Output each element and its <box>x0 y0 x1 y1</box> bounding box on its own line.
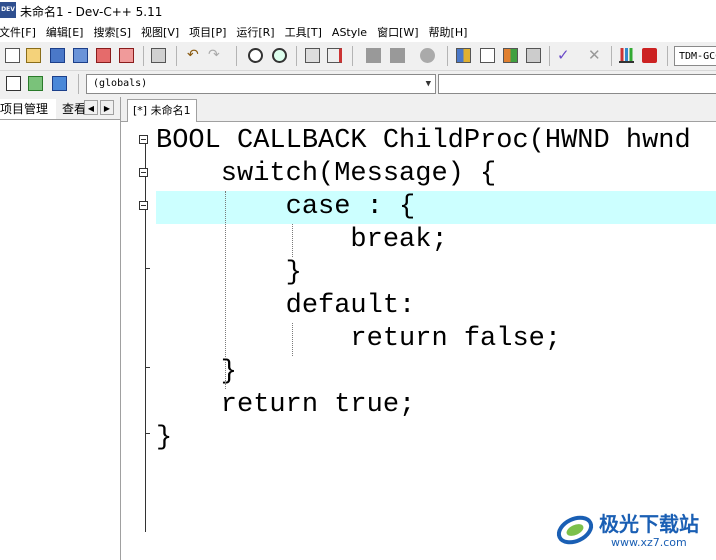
fold-toggle-icon[interactable] <box>139 135 148 144</box>
code-line[interactable]: } <box>156 422 716 455</box>
toggle-bookmark-icon[interactable] <box>52 76 67 91</box>
redo-icon[interactable]: ↷ <box>208 48 223 63</box>
code-line[interactable]: break; <box>156 224 716 257</box>
tab-scroll-left-icon[interactable]: ◀ <box>84 100 98 115</box>
close-file-icon[interactable] <box>96 48 111 63</box>
title-bar: DEV 未命名1 - Dev-C++ 5.11 <box>0 0 716 22</box>
indent-guide <box>292 224 293 257</box>
menu-bar: 文件[F] 编辑[E] 搜索[S] 视图[V] 项目[P] 运行[R] 工具[T… <box>0 22 716 42</box>
chart-icon[interactable] <box>619 48 634 63</box>
menu-window[interactable]: 窗口[W] <box>372 24 423 40</box>
menu-astyle[interactable]: AStyle <box>327 26 372 39</box>
fold-toggle-icon[interactable] <box>139 168 148 177</box>
menu-edit[interactable]: 编辑[E] <box>41 24 89 40</box>
open-file-icon[interactable] <box>26 48 41 63</box>
fold-toggle-icon[interactable] <box>139 201 148 210</box>
code-line[interactable]: } <box>156 356 716 389</box>
fold-end-marker <box>145 433 150 434</box>
indent-icon[interactable] <box>305 48 320 63</box>
toolbar-separator <box>143 46 144 66</box>
scope-select[interactable]: (globals) ▼ <box>86 74 436 94</box>
watermark-url: www.xz7.com <box>611 536 687 549</box>
menu-tools[interactable]: 工具[T] <box>280 24 327 40</box>
save-icon[interactable] <box>50 48 65 63</box>
find-icon[interactable] <box>248 48 263 63</box>
toolbar-separator <box>78 74 79 94</box>
rebuild-icon[interactable] <box>526 48 541 63</box>
toolbar-separator <box>352 46 353 66</box>
window-title: 未命名1 - Dev-C++ 5.11 <box>20 5 163 19</box>
panel-tabs: 项目管理 查看类 ◀ ▶ <box>0 97 120 120</box>
undo-icon[interactable]: ↶ <box>187 48 202 63</box>
delete-profile-icon[interactable] <box>642 48 657 63</box>
scope-select-value: (globals) <box>93 78 148 89</box>
bookmark-next-icon[interactable] <box>390 48 405 63</box>
bookmark-prev-icon[interactable] <box>366 48 381 63</box>
file-tab-untitled1[interactable]: [*] 未命名1 <box>127 99 197 122</box>
check-syntax-icon[interactable]: ✓ <box>557 48 572 63</box>
toolbar-separator <box>667 46 668 66</box>
tab-classes[interactable]: 查看类 <box>58 99 86 119</box>
watermark-name: 极光下载站 <box>599 512 699 536</box>
toolbar-separator <box>176 46 177 66</box>
run-icon[interactable] <box>480 48 495 63</box>
function-select[interactable] <box>438 74 716 94</box>
compiler-select[interactable]: TDM-GCC <box>674 46 716 66</box>
menu-file[interactable]: 文件[F] <box>0 24 41 40</box>
app-icon: DEV <box>0 2 16 18</box>
goto-icon[interactable] <box>28 76 43 91</box>
code-line[interactable]: return false; <box>156 323 716 356</box>
watermark-logo-icon <box>556 515 594 545</box>
menu-help[interactable]: 帮助[H] <box>424 24 473 40</box>
editor-area: [*] 未命名1 BOOL CALLBACK ChildProc(HWND hw… <box>121 97 716 560</box>
toolbar-separator <box>447 46 448 66</box>
menu-project[interactable]: 项目[P] <box>184 24 231 40</box>
main-toolbar: ↶ ↷ ✓ ✕ <box>0 42 716 71</box>
code-editor[interactable]: BOOL CALLBACK ChildProc(HWND hwnd switch… <box>156 122 716 560</box>
indent-guide <box>292 323 293 356</box>
menu-view[interactable]: 视图[V] <box>136 24 184 40</box>
stop-icon[interactable]: ✕ <box>588 48 603 63</box>
compile-icon[interactable] <box>456 48 471 63</box>
print-icon[interactable] <box>151 48 166 63</box>
code-line[interactable]: } <box>156 257 716 290</box>
code-line-highlighted[interactable]: case : { <box>156 191 716 224</box>
code-line[interactable]: default: <box>156 290 716 323</box>
file-tabs: [*] 未命名1 <box>121 97 716 122</box>
fold-end-marker <box>145 268 150 269</box>
fold-gutter <box>121 122 156 560</box>
unindent-icon[interactable] <box>327 48 342 63</box>
chevron-down-icon: ▼ <box>425 79 431 89</box>
insert-icon[interactable] <box>6 76 21 91</box>
close-all-icon[interactable] <box>119 48 134 63</box>
code-line[interactable]: BOOL CALLBACK ChildProc(HWND hwnd <box>156 125 716 158</box>
menu-run[interactable]: 运行[R] <box>231 24 279 40</box>
indent-guide <box>225 191 226 389</box>
toolbar-separator <box>611 46 612 66</box>
save-all-icon[interactable] <box>73 48 88 63</box>
toolbar-separator <box>296 46 297 66</box>
fold-end-marker <box>145 367 150 368</box>
menu-search[interactable]: 搜索[S] <box>88 24 136 40</box>
tab-scroll-right-icon[interactable]: ▶ <box>100 100 114 115</box>
toolbar-separator <box>549 46 550 66</box>
toolbar-separator <box>236 46 237 66</box>
watermark: 极光下载站 www.xz7.com <box>555 506 715 554</box>
replace-icon[interactable] <box>272 48 287 63</box>
new-file-icon[interactable] <box>5 48 20 63</box>
code-line[interactable]: return true; <box>156 389 716 422</box>
code-line[interactable]: switch(Message) { <box>156 158 716 191</box>
tab-project[interactable]: 项目管理 <box>0 99 56 119</box>
toggle-comment-icon[interactable] <box>420 48 435 63</box>
compile-run-icon[interactable] <box>503 48 518 63</box>
project-panel: 项目管理 查看类 ◀ ▶ <box>0 97 121 560</box>
